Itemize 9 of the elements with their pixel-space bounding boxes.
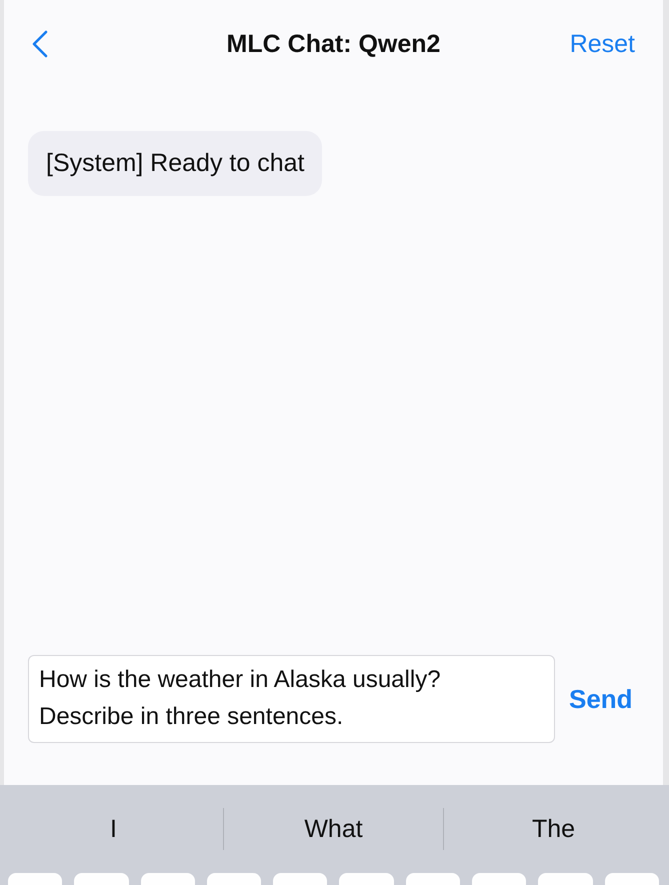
nav-title: MLC Chat: Qwen2 bbox=[226, 30, 440, 58]
message-input[interactable]: How is the weather in Alaska usually? Describe in three sentences. bbox=[28, 655, 555, 743]
back-icon[interactable] bbox=[32, 30, 48, 58]
send-button[interactable]: Send bbox=[569, 684, 633, 714]
message-bubble: [System] Ready to chat bbox=[28, 131, 322, 196]
suggestion-word[interactable]: The bbox=[444, 814, 663, 844]
reset-button[interactable]: Reset bbox=[570, 30, 635, 58]
suggestion-word[interactable]: I bbox=[4, 814, 223, 844]
suggestion-word[interactable]: What bbox=[224, 814, 443, 844]
